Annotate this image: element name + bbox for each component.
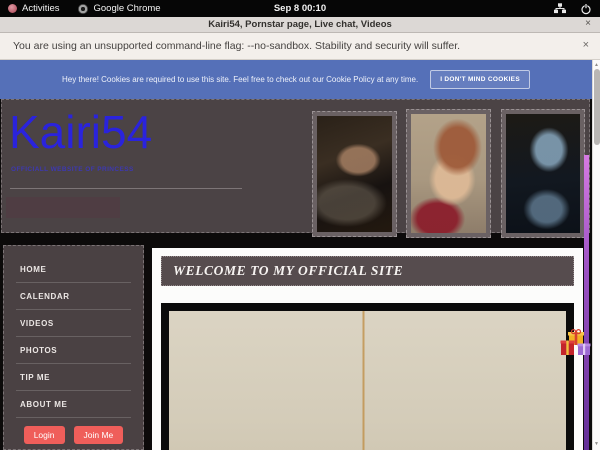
screen: Activities Google Chrome Sep 8 00:10: [0, 0, 600, 450]
sidebar-nav: HOME CALENDAR VIDEOS PHOTOS TIP ME ABOUT…: [3, 245, 144, 450]
sidebar-item-calendar[interactable]: CALENDAR: [16, 283, 131, 310]
sidebar-item-label: CALENDAR: [16, 292, 70, 301]
sidebar-item-tip-me[interactable]: TIP ME: [16, 364, 131, 391]
page-viewport: Hey there! Cookies are required to use t…: [0, 60, 600, 450]
network-icon[interactable]: [554, 3, 566, 14]
sidebar-item-label: TIP ME: [16, 373, 50, 382]
scrollbar-up-arrow[interactable]: ▲: [593, 62, 600, 68]
header-accent-box: [6, 197, 120, 218]
main-content: WELCOME TO MY OFFICIAL SITE: [152, 248, 583, 450]
purple-accent-line: [584, 155, 589, 450]
login-button[interactable]: Login: [24, 426, 65, 444]
welcome-heading: WELCOME TO MY OFFICIAL SITE: [161, 256, 574, 286]
activities-button[interactable]: Activities: [22, 3, 59, 14]
site-logo[interactable]: Kairi54: [9, 104, 152, 160]
sidebar-item-about-me[interactable]: ABOUT ME: [16, 391, 131, 418]
sidebar-item-label: PHOTOS: [16, 346, 57, 355]
scrollbar[interactable]: ▲ ▼: [592, 60, 600, 450]
main-photo-frame: [161, 303, 574, 450]
scrollbar-thumb[interactable]: [594, 69, 600, 145]
sidebar-item-photos[interactable]: PHOTOS: [16, 337, 131, 364]
cookie-message: Hey there! Cookies are required to use t…: [62, 75, 418, 84]
record-indicator-icon: [8, 4, 17, 13]
chrome-infobar: You are using an unsupported command-lin…: [0, 33, 600, 60]
chrome-icon: [78, 4, 88, 14]
window-close-button[interactable]: ×: [585, 18, 591, 29]
desktop-top-bar: Activities Google Chrome Sep 8 00:10: [0, 0, 600, 17]
sidebar-item-videos[interactable]: VIDEOS: [16, 310, 131, 337]
join-me-button[interactable]: Join Me: [74, 426, 124, 444]
thumbnail-photo-placeholder: [506, 114, 580, 233]
app-menu-button[interactable]: Google Chrome: [93, 3, 160, 14]
sidebar-item-label: VIDEOS: [16, 319, 54, 328]
photo-thumbnail-2[interactable]: [406, 109, 491, 238]
cookie-banner: Hey there! Cookies are required to use t…: [0, 60, 592, 99]
gift-icon[interactable]: [560, 328, 592, 358]
top-bar-left: Activities Google Chrome: [0, 3, 161, 14]
sidebar-button-row: Login Join Me: [4, 426, 143, 444]
sidebar-item-label: HOME: [16, 265, 46, 274]
browser-title-bar[interactable]: Kairi54, Pornstar page, Live chat, Video…: [0, 17, 600, 33]
window-title: Kairi54, Pornstar page, Live chat, Video…: [0, 19, 600, 30]
thumbnail-photo-placeholder: [317, 116, 392, 232]
header-divider: [10, 188, 242, 189]
power-icon[interactable]: [580, 3, 592, 15]
scrollbar-down-arrow[interactable]: ▼: [593, 441, 600, 447]
photo-thumbnail-3[interactable]: [501, 109, 585, 238]
infobar-close-button[interactable]: ×: [583, 39, 589, 51]
sidebar-item-label: ABOUT ME: [16, 400, 67, 409]
site-tagline: OFFICIALL WEBSITE OF PRINCESS: [11, 166, 134, 173]
cookie-accept-button[interactable]: I DON'T MIND COOKIES: [430, 70, 530, 89]
infobar-message: You are using an unsupported command-lin…: [13, 40, 460, 52]
sidebar-item-home[interactable]: HOME: [16, 256, 131, 283]
main-photo-placeholder: [169, 311, 566, 450]
photo-thumbnail-1[interactable]: [312, 111, 397, 237]
thumbnail-photo-placeholder: [411, 114, 486, 233]
system-tray: [554, 0, 592, 17]
